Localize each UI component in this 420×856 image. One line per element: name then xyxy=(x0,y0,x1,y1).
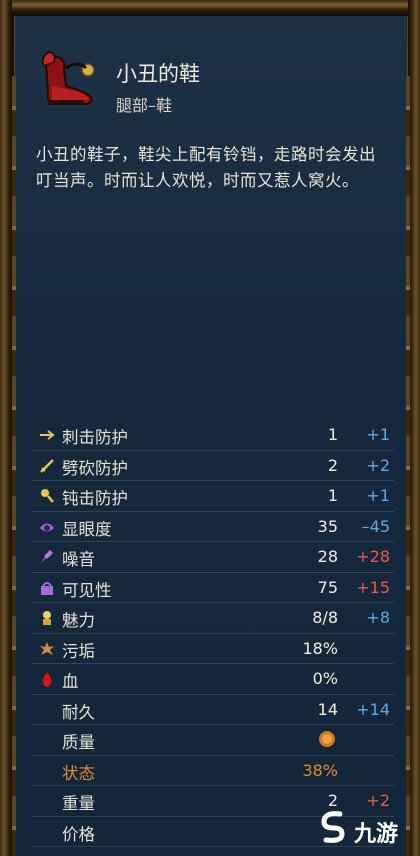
stat-label: 质量 xyxy=(62,733,95,752)
stat-value: 1 xyxy=(327,486,338,505)
stat-modifier: +8 xyxy=(366,608,390,627)
stat-value: 1 xyxy=(327,425,338,444)
stat-modifier: +15 xyxy=(356,577,390,597)
stat-modifier: +1 xyxy=(366,425,390,444)
stat-value: 18% xyxy=(302,638,338,658)
stat-label: 显眼度 xyxy=(62,519,112,539)
stat-label: 刺击防护 xyxy=(62,428,128,447)
conspicuousness-icon xyxy=(38,518,56,536)
stat-value: 2 xyxy=(327,455,338,475)
stat-label: 血 xyxy=(62,672,79,691)
coin-icon xyxy=(318,730,336,748)
stat-value: 0% xyxy=(312,669,338,688)
stat-modifier: +2 xyxy=(366,455,390,475)
stat-modifier: +14 xyxy=(356,699,390,719)
item-description: 小丑的鞋子，鞋尖上配有铃铛，走路时会发出叮当声。时而让人欢悦，时而又惹人窝火。 xyxy=(36,145,376,190)
item-slot: 腿部–鞋 xyxy=(116,96,173,115)
stat-row: 污垢 18% xyxy=(32,634,394,664)
jester-shoe-icon xyxy=(42,51,95,105)
stat-row: 可见性 75 +15 xyxy=(32,573,394,603)
stat-row: 魅力 8/8 +8 xyxy=(32,603,394,634)
stat-modifier: +28 xyxy=(356,547,390,566)
stat-row: 状态 38% xyxy=(32,756,394,786)
stat-value: 38% xyxy=(302,760,338,780)
blunt-icon xyxy=(38,487,56,505)
visibility-icon xyxy=(38,579,56,597)
stat-modifier: +1 xyxy=(366,486,390,505)
frame-left-ornament xyxy=(12,76,16,856)
stat-label: 劈砍防护 xyxy=(62,458,128,478)
stat-label: 噪音 xyxy=(62,550,95,569)
stat-row: 劈砍防护 2 +2 xyxy=(32,451,394,481)
stat-row: 刺击防护 1 +1 xyxy=(32,420,394,451)
stat-row: 钝击防护 1 +1 xyxy=(32,481,394,512)
slash-icon xyxy=(38,457,56,475)
stat-label: 重量 xyxy=(62,794,95,813)
stat-label: 钝击防护 xyxy=(62,489,128,508)
charisma-icon xyxy=(38,609,56,627)
noise-icon xyxy=(38,548,56,566)
stat-label: 价格 xyxy=(62,824,95,844)
stat-label: 魅力 xyxy=(62,611,95,630)
stat-row: 质量 xyxy=(32,725,394,756)
watermark-s-icon xyxy=(321,811,345,843)
stat-row: 显眼度 35 –45 xyxy=(32,512,394,542)
dirt-icon xyxy=(38,640,56,658)
stat-row: 耐久 14 +14 xyxy=(32,695,394,725)
stat-row: 血 0% xyxy=(32,664,394,695)
stat-label: 污垢 xyxy=(62,641,95,661)
thrust-icon xyxy=(38,426,56,444)
stat-value: 8/8 xyxy=(312,608,338,627)
blood-icon xyxy=(38,670,56,688)
stat-modifier: –45 xyxy=(361,516,390,536)
watermark-logo: 九游 xyxy=(318,808,408,848)
stat-value: 35 xyxy=(317,516,338,536)
stats-list: 刺击防护 1 +1 劈砍防护 2 +2 钝击防护 1 +1 显眼度 35 –45 噪音 28 +28 可见性 7… xyxy=(32,420,394,847)
stat-value: 28 xyxy=(317,547,338,566)
watermark-text: 九游 xyxy=(354,822,399,847)
frame-right-ornament xyxy=(406,76,410,856)
stat-label: 可见性 xyxy=(62,580,112,600)
stat-value: 75 xyxy=(317,577,338,597)
stat-label: 状态 xyxy=(62,763,95,783)
item-name: 小丑的鞋 xyxy=(116,62,200,86)
stat-value: 14 xyxy=(317,699,338,719)
stat-row: 噪音 28 +28 xyxy=(32,542,394,573)
stat-label: 耐久 xyxy=(62,702,95,722)
